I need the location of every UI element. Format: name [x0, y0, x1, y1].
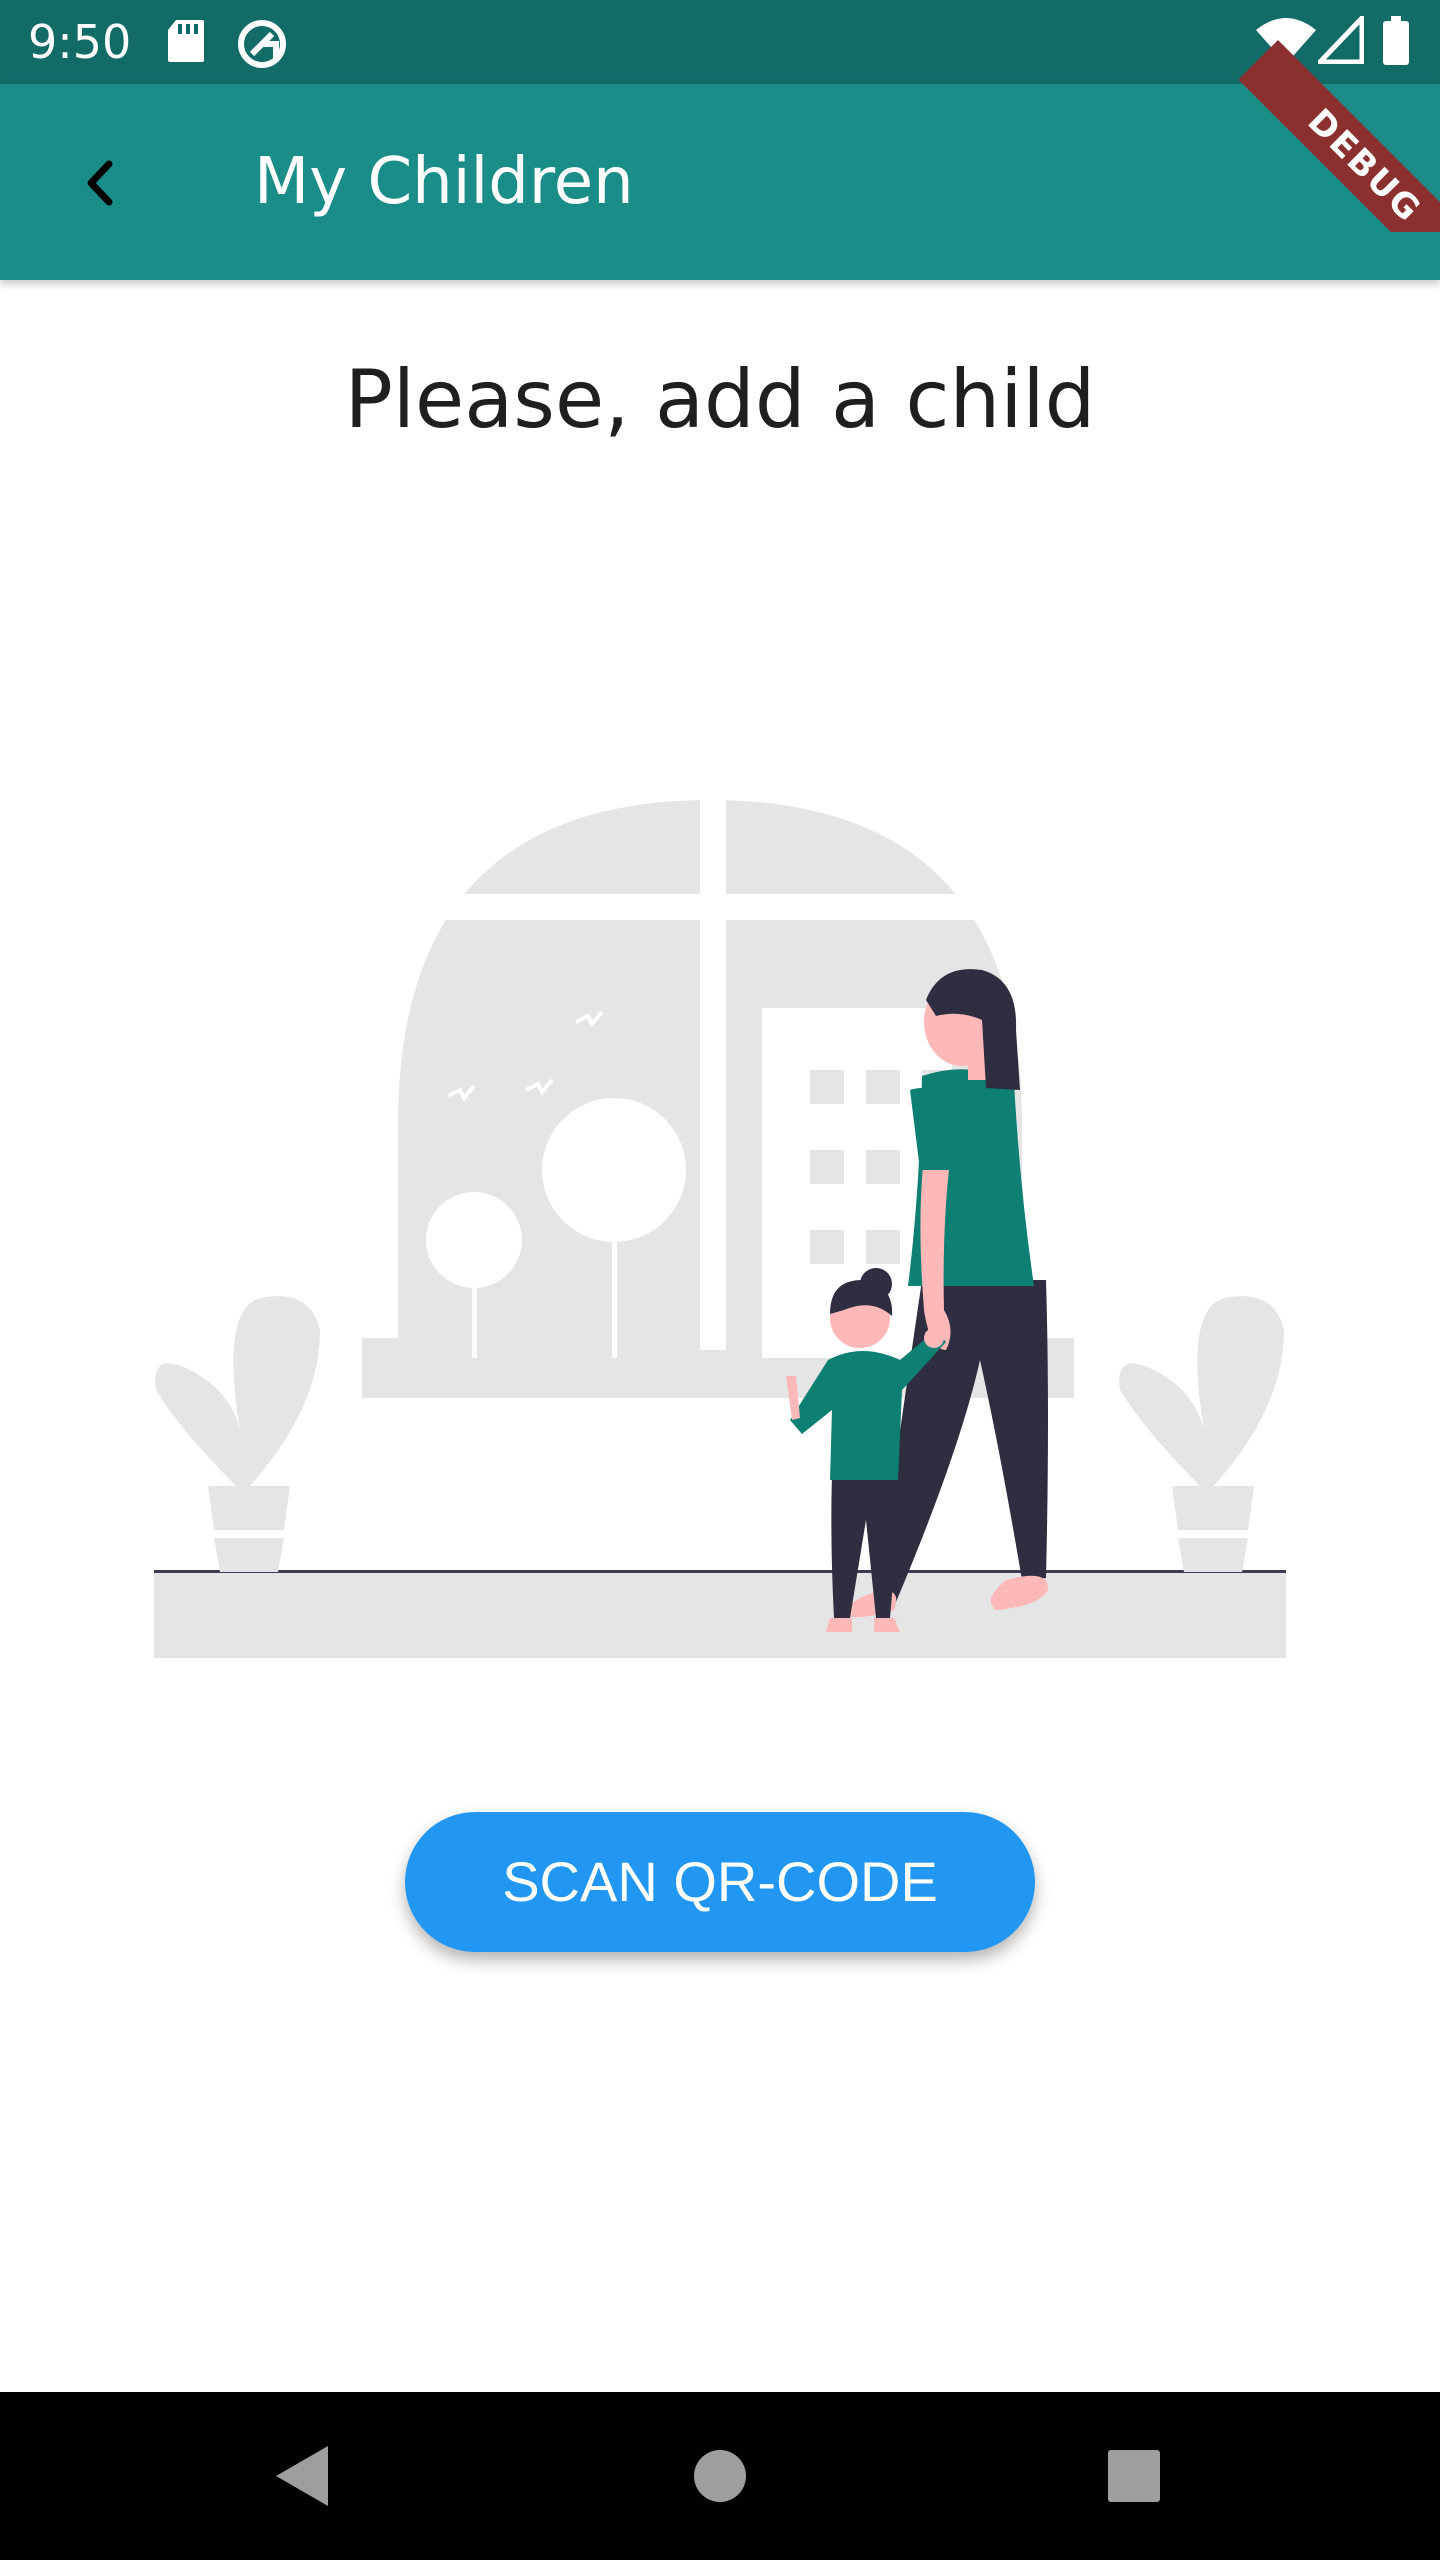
status-time: 9:50: [28, 15, 132, 69]
cell-signal-icon: [1314, 11, 1365, 68]
sd-card-icon: [166, 18, 206, 68]
home-circle-icon: [694, 2450, 746, 2502]
mother-and-child-illustration: [154, 790, 1286, 1658]
battery-icon: [1382, 16, 1410, 70]
system-nav-bar: [0, 2392, 1440, 2560]
wifi-icon: [1254, 16, 1318, 68]
sync-icon: [236, 18, 288, 74]
empty-state-illustration: [150, 790, 1290, 1674]
app-bar: My Children: [0, 84, 1440, 280]
back-triangle-icon: [276, 2446, 328, 2506]
nav-back-button[interactable]: [262, 2436, 342, 2516]
recents-square-icon: [1108, 2450, 1160, 2502]
chevron-left-icon: [87, 160, 113, 206]
page-title: My Children: [254, 145, 634, 219]
scan-qr-code-button[interactable]: SCAN QR-CODE: [405, 1812, 1035, 1952]
back-button[interactable]: [54, 138, 144, 228]
nav-recents-button[interactable]: [1094, 2436, 1174, 2516]
nav-home-button[interactable]: [680, 2436, 760, 2516]
status-bar: 9:50: [0, 0, 1440, 84]
empty-state-heading: Please, add a child: [344, 353, 1096, 446]
